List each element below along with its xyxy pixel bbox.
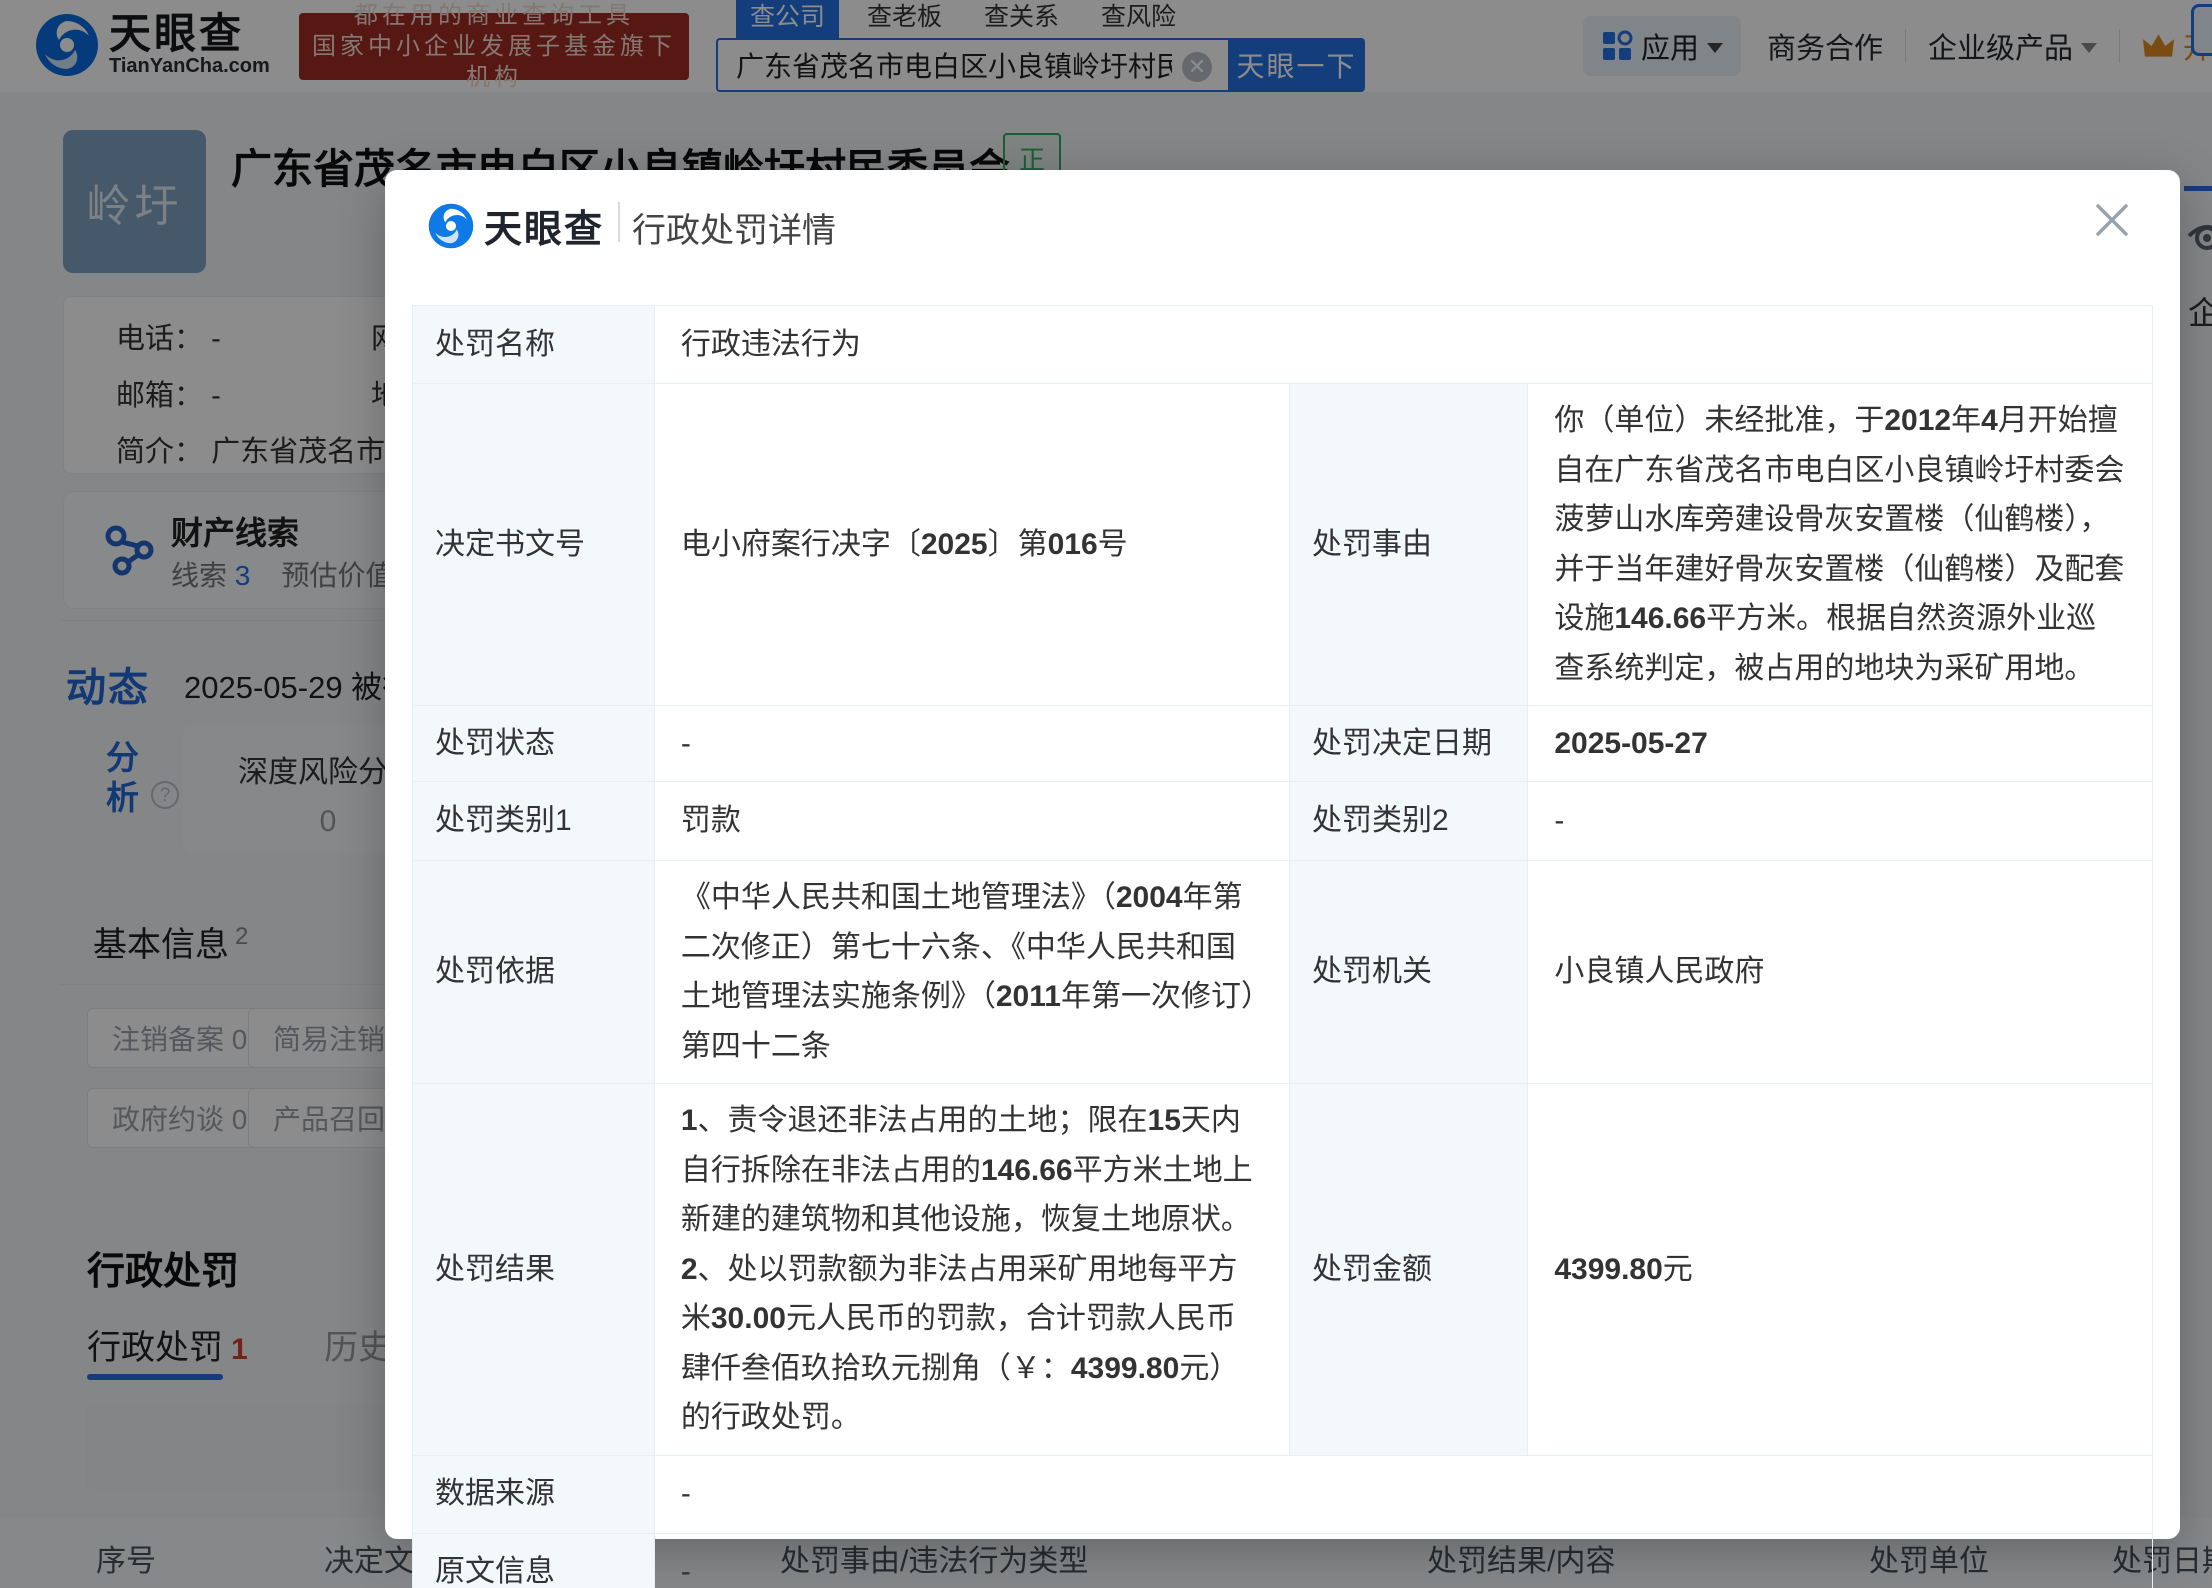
penalty-field-label: 处罚状态	[412, 705, 655, 782]
penalty-field-label: 数据来源	[412, 1454, 655, 1534]
penalty-field-value: 《中华人民共和国土地管理法》（2004年第二次修正）第七十六条、《中华人民共和国…	[653, 860, 1290, 1084]
modal-logo: 天眼查	[428, 198, 604, 253]
penalty-field-value: 1、责令退还非法占用的土地；限在15天内自行拆除在非法占用的146.66平方米土…	[653, 1083, 1290, 1456]
penalty-field-label: 处罚机关	[1288, 860, 1529, 1084]
penalty-field-label: 处罚金额	[1288, 1083, 1529, 1456]
penalty-field-value: -	[653, 1532, 2154, 1588]
penalty-detail-modal: 天眼查 行政处罚详情 处罚名称 行政违法行为 决定书文号 电小府案行决字〔2025〕第…	[385, 170, 2180, 1588]
modal-header: 天眼查 行政处罚详情	[385, 170, 2180, 305]
penalty-field-value: -	[1527, 781, 2153, 861]
penalty-field-value: 行政违法行为	[653, 305, 2154, 384]
modal-logo-title: 天眼查	[484, 209, 605, 251]
penalty-field-value: 你（单位）未经批准，于2012年4月开始擅自在广东省茂名市电白区小良镇岭圩村委会…	[1527, 383, 2153, 706]
divider	[618, 202, 620, 242]
penalty-field-label: 处罚事由	[1288, 383, 1529, 706]
penalty-field-label: 决定书文号	[412, 383, 655, 706]
penalty-field-value: 小良镇人民政府	[1527, 860, 2153, 1084]
penalty-field-value: -	[653, 705, 1290, 782]
penalty-detail-table: 处罚名称 行政违法行为 决定书文号 电小府案行决字〔2025〕第016号 处罚事由 你（单…	[412, 305, 2154, 1588]
penalty-field-value: -	[653, 1454, 2154, 1534]
penalty-field-value: 2025-05-27	[1527, 705, 2153, 782]
penalty-field-label: 处罚名称	[412, 305, 655, 384]
penalty-field-label: 原文信息	[412, 1532, 655, 1588]
modal-title: 行政处罚详情	[632, 212, 836, 250]
penalty-field-value: 电小府案行决字〔2025〕第016号	[653, 383, 1290, 706]
penalty-field-label: 处罚类别2	[1288, 781, 1529, 861]
penalty-field-value: 4399.80元	[1527, 1083, 2153, 1456]
penalty-field-label: 处罚结果	[412, 1083, 655, 1456]
penalty-field-value: 罚款	[653, 781, 1290, 861]
modal-body: 处罚名称 行政违法行为 决定书文号 电小府案行决字〔2025〕第016号 处罚事由 你（单…	[385, 305, 2180, 1588]
penalty-field-label: 处罚类别1	[412, 781, 655, 861]
close-icon[interactable]	[2092, 200, 2132, 240]
tianyancha-swirl-icon	[428, 203, 474, 248]
screen: 天眼查 TianYanCha.com 都在用的商业查询工具 国家中小企业发展子基…	[0, 0, 2212, 1588]
penalty-field-label: 处罚依据	[412, 860, 655, 1084]
penalty-field-label: 处罚决定日期	[1288, 705, 1529, 782]
